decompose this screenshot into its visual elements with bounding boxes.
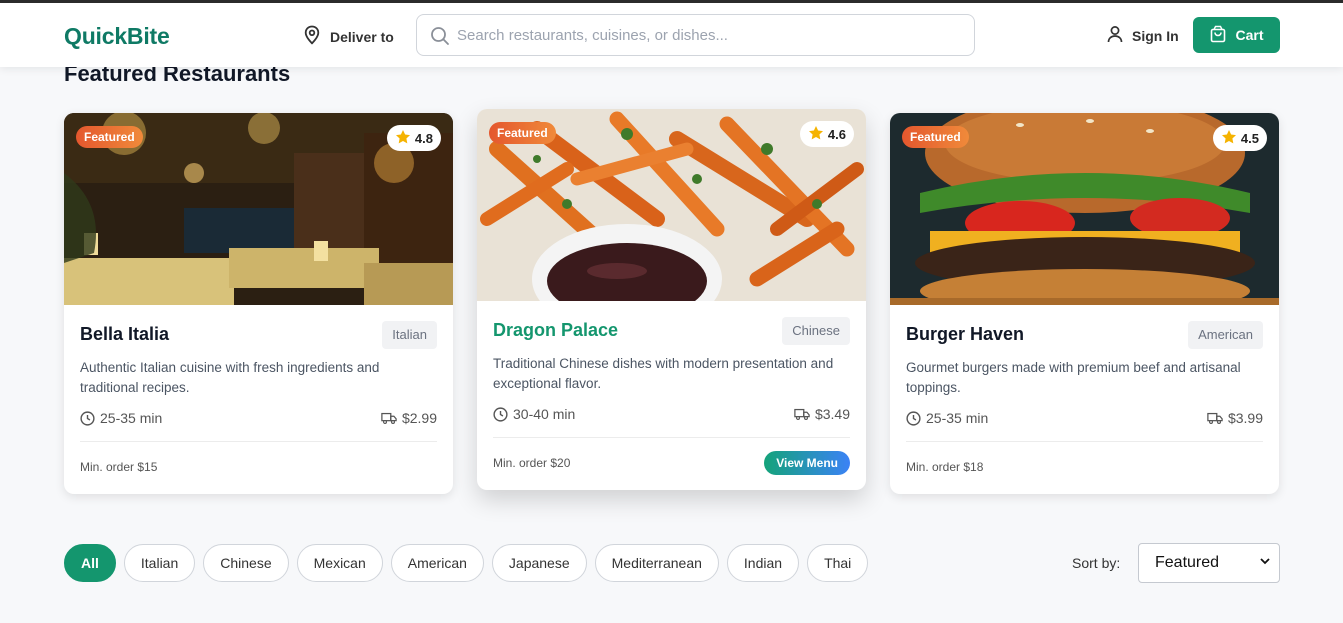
star-icon xyxy=(808,125,824,144)
card-divider xyxy=(906,441,1263,442)
window-top-edge xyxy=(0,0,1343,3)
restaurant-name: Burger Haven xyxy=(906,324,1025,344)
rating-value: 4.8 xyxy=(414,130,433,146)
filter-chip-american[interactable]: American xyxy=(390,544,484,582)
featured-badge: Featured xyxy=(76,126,143,148)
restaurant-card-burger-haven[interactable]: Featured 4.5 Burger Haven American Gourm… xyxy=(890,113,1279,494)
delivery-fee-text: $2.99 xyxy=(401,410,437,426)
search-input[interactable] xyxy=(457,15,962,55)
clock-icon xyxy=(906,410,921,426)
filter-chip-thai[interactable]: Thai xyxy=(807,544,869,582)
delivery-fee: $3.99 xyxy=(1207,410,1263,426)
delivery-fee: $2.99 xyxy=(381,410,437,426)
cart-button[interactable]: Cart xyxy=(1193,17,1280,53)
star-icon xyxy=(395,129,411,148)
delivery-fee: $3.49 xyxy=(794,406,850,422)
featured-badge: Featured xyxy=(489,122,556,144)
cuisine-tag: Chinese xyxy=(782,317,850,345)
sign-in-label: Sign In xyxy=(1132,27,1179,44)
min-order: Min. order $18 xyxy=(906,460,984,474)
delivery-time-text: 25-35 min xyxy=(100,410,163,426)
restaurant-description: Authentic Italian cuisine with fresh ing… xyxy=(80,360,380,395)
filter-chip-mexican[interactable]: Mexican xyxy=(296,544,383,582)
delivery-info: 25-35 min $3.99 xyxy=(906,410,1263,426)
delivery-fee-text: $3.99 xyxy=(1227,410,1263,426)
card-divider xyxy=(80,441,437,442)
cuisine-filter-bar: All Italian Chinese Mexican American Jap… xyxy=(64,544,869,582)
filter-chip-italian[interactable]: Italian xyxy=(123,544,196,582)
deliver-to-button[interactable]: Deliver to xyxy=(303,25,394,48)
rating-badge: 4.6 xyxy=(799,121,854,147)
star-icon xyxy=(1221,129,1237,148)
featured-badge: Featured xyxy=(902,126,969,148)
filter-chip-chinese[interactable]: Chinese xyxy=(203,544,289,582)
delivery-time: 30-40 min xyxy=(493,406,575,422)
card-divider xyxy=(493,437,850,438)
delivery-info: 25-35 min $2.99 xyxy=(80,410,437,426)
restaurant-card-dragon-palace[interactable]: Featured 4.6 Dragon Palace Chinese Tradi… xyxy=(477,109,866,490)
shopping-bag-icon xyxy=(1209,25,1227,46)
sign-in-button[interactable]: Sign In xyxy=(1106,25,1179,46)
rating-value: 4.6 xyxy=(827,126,846,142)
sort-select[interactable]: Featured xyxy=(1138,543,1280,583)
min-order: Min. order $15 xyxy=(80,460,158,474)
delivery-time-text: 25-35 min xyxy=(926,410,989,426)
chevron-down-icon xyxy=(1259,554,1271,572)
truck-icon xyxy=(794,408,810,420)
restaurant-name: Bella Italia xyxy=(80,324,170,344)
delivery-fee-text: $3.49 xyxy=(814,406,850,422)
rating-value: 4.5 xyxy=(1240,130,1259,146)
min-order: Min. order $20 xyxy=(493,456,571,470)
map-pin-icon xyxy=(303,25,321,48)
sort-selected-value: Featured xyxy=(1155,554,1220,571)
clock-icon xyxy=(493,406,508,422)
top-navbar: QuickBite Deliver to Sign In Cart xyxy=(0,3,1343,67)
search-bar xyxy=(416,14,975,56)
rating-badge: 4.8 xyxy=(386,125,441,151)
restaurant-card-bella-italia[interactable]: Featured 4.8 Bella Italia Italian Authen… xyxy=(64,113,453,494)
restaurant-description: Gourmet burgers made with premium beef a… xyxy=(906,360,1241,395)
user-icon xyxy=(1106,25,1124,46)
delivery-time: 25-35 min xyxy=(906,410,988,426)
cart-label: Cart xyxy=(1235,27,1264,43)
cuisine-tag: Italian xyxy=(382,321,437,349)
restaurant-description: Traditional Chinese dishes with modern p… xyxy=(493,356,834,391)
sort-label: Sort by: xyxy=(1072,555,1121,571)
restaurant-name: Dragon Palace xyxy=(493,320,619,340)
truck-icon xyxy=(1207,412,1223,424)
deliver-label: Deliver to xyxy=(330,28,394,45)
filter-chip-indian[interactable]: Indian xyxy=(726,544,800,582)
filter-chip-mediterranean[interactable]: Mediterranean xyxy=(594,544,719,582)
view-menu-button[interactable]: View Menu xyxy=(764,451,850,475)
delivery-time-text: 30-40 min xyxy=(513,406,576,422)
search-icon xyxy=(431,27,449,45)
filter-chip-all[interactable]: All xyxy=(64,544,116,582)
clock-icon xyxy=(80,410,95,426)
delivery-time: 25-35 min xyxy=(80,410,162,426)
rating-badge: 4.5 xyxy=(1212,125,1267,151)
logo[interactable]: QuickBite xyxy=(64,23,170,50)
cuisine-tag: American xyxy=(1188,321,1263,349)
truck-icon xyxy=(381,412,397,424)
delivery-info: 30-40 min $3.49 xyxy=(493,406,850,422)
filter-chip-japanese[interactable]: Japanese xyxy=(491,544,587,582)
